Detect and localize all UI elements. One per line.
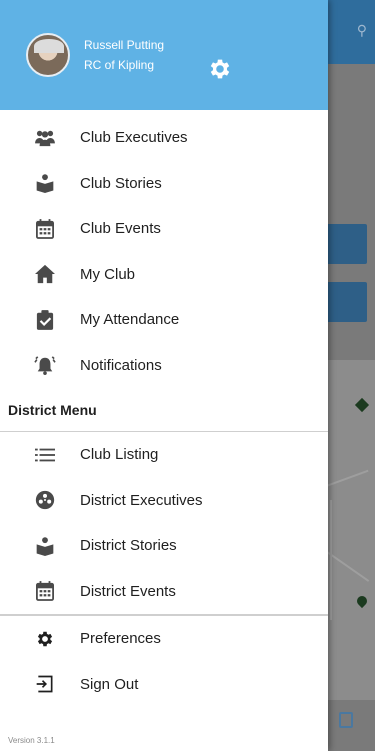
menu-item-district-events[interactable]: District Events [0,569,328,615]
menu-item-label: My Club [80,265,136,283]
version-text: Version 3.1.1 [8,736,55,745]
background-calendar-icon [339,712,353,728]
gear-icon[interactable] [207,56,233,82]
menu-item-label: Club Executives [80,129,188,147]
alarm-bell-icon [34,354,56,376]
menu-item-my-club[interactable]: My Club [0,252,328,298]
menu-item-my-attendance[interactable]: My Attendance [0,297,328,343]
home-icon [34,263,56,285]
group-icon [34,127,56,149]
menu-item-label: My Attendance [80,311,180,329]
menu-item-club-stories[interactable]: Club Stories [0,161,328,207]
district-menu-title: District Menu [0,388,328,432]
menu-item-label: Club Stories [80,174,162,192]
navigation-drawer: Russell Putting RC of Kipling Club Execu… [0,0,328,751]
menu-item-label: Sign Out [80,675,139,693]
menu-item-district-stories[interactable]: District Stories [0,523,328,569]
background-app-bar-icon: ⚲ [356,22,367,38]
menu-item-club-executives[interactable]: Club Executives [0,115,328,161]
avatar[interactable] [26,33,70,77]
menu-item-club-listing[interactable]: Club Listing [0,432,328,478]
menu-item-label: District Events [80,582,176,600]
user-name: Russell Putting [84,38,165,52]
menu-item-label: District Executives [80,491,203,509]
menu-item-district-executives[interactable]: District Executives [0,478,328,524]
user-info: Russell Putting RC of Kipling [84,35,164,75]
menu-item-label: Notifications [80,356,162,374]
menu-item-label: District Stories [80,537,177,555]
calendar-icon [34,218,56,240]
menu-item-label: Club Events [80,220,161,238]
menu-item-label: Preferences [80,630,161,648]
drawer-header: Russell Putting RC of Kipling [0,0,328,110]
menu-item-label: Club Listing [80,446,159,464]
calendar-icon [34,580,56,602]
sign-out-icon [34,673,56,695]
rotary-wheel-icon [34,489,56,511]
gear-icon [34,628,56,650]
list-icon [34,444,56,466]
menu-item-notifications[interactable]: Notifications [0,343,328,389]
book-reader-icon [34,535,56,557]
user-club: RC of Kipling [84,58,155,72]
menu-item-sign-out[interactable]: Sign Out [0,662,328,708]
menu-item-club-events[interactable]: Club Events [0,206,328,252]
menu-item-preferences[interactable]: Preferences [0,616,328,662]
book-reader-icon [34,172,56,194]
clipboard-check-icon [34,309,56,331]
